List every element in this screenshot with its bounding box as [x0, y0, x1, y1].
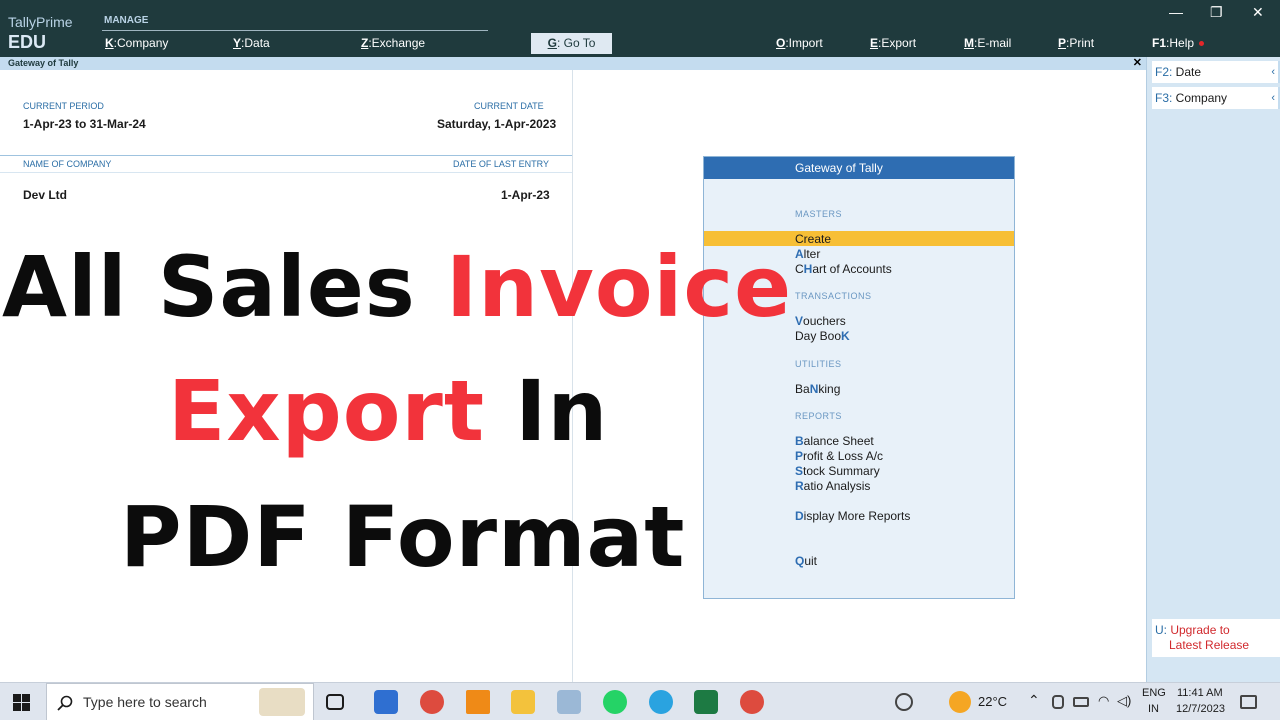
search-icon [57, 695, 73, 711]
weather-icon[interactable] [949, 691, 971, 713]
people-icon[interactable] [895, 693, 913, 711]
app-name: TallyPrime [8, 14, 73, 30]
chrome-icon[interactable] [740, 690, 764, 714]
close-window-button[interactable]: ✕ [1252, 4, 1264, 21]
menu-help[interactable]: F1:Help [1152, 36, 1205, 50]
menu-profit-loss[interactable]: Profit & Loss A/c [795, 449, 883, 463]
current-date-label: CURRENT DATE [474, 101, 544, 111]
date-button[interactable]: F2: Date ‹ [1152, 61, 1280, 83]
menu-banking[interactable]: BaNking [795, 382, 840, 396]
masters-label: MASTERS [795, 209, 843, 219]
wifi-icon[interactable]: ◠ [1098, 693, 1109, 709]
utilities-label: UTILITIES [795, 359, 842, 369]
menu-company[interactable]: K:Company [105, 36, 168, 50]
volume-icon[interactable]: ◁) [1117, 693, 1131, 709]
menu-ratio-analysis[interactable]: Ratio Analysis [795, 479, 870, 493]
clock-date[interactable]: 12/7/2023 [1176, 703, 1225, 715]
minimize-button[interactable]: — [1169, 4, 1183, 20]
manage-divider [102, 30, 488, 31]
company-name-label: NAME OF COMPANY [23, 159, 112, 169]
menu-email[interactable]: M:E-mail [964, 36, 1011, 50]
overlay-line-1: All Sales Invoice [2, 238, 793, 336]
battery-icon[interactable] [1073, 697, 1089, 707]
screen-title: Gateway of Tally [8, 58, 79, 68]
overlay-line-3: PDF Format [120, 488, 686, 586]
overlay-line-2: Export In [168, 362, 609, 460]
gateway-menu: Gateway of Tally MASTERS Create Alter CH… [703, 156, 1015, 599]
menu-vouchers[interactable]: Vouchers [795, 314, 846, 328]
menu-export[interactable]: E:Export [870, 36, 916, 50]
chevron-up-icon[interactable]: ⌃ [1028, 692, 1040, 709]
brand: TallyPrime EDU [8, 14, 73, 53]
onedrive-icon[interactable] [1052, 695, 1064, 709]
menu-data[interactable]: Y:Data [233, 36, 270, 50]
current-period-label: CURRENT PERIOD [23, 101, 104, 111]
app-icon[interactable] [374, 690, 398, 714]
menu-print[interactable]: P:Print [1058, 36, 1094, 50]
taskbar: Type here to search 22°C ⌃ ◠ ◁) ENG IN 1… [0, 682, 1280, 720]
weather-temperature[interactable]: 22°C [978, 694, 1007, 709]
reports-label: REPORTS [795, 411, 842, 421]
file-explorer-icon[interactable] [511, 690, 535, 714]
divider [0, 172, 572, 173]
button-bar: F2: Date ‹ F3: Company ‹ U: Upgrade to Lat… [1146, 57, 1280, 682]
chevron-left-icon: ‹ [1271, 66, 1275, 78]
menu-exchange[interactable]: Z:Exchange [361, 36, 425, 50]
chevron-left-icon: ‹ [1271, 92, 1275, 104]
company-button[interactable]: F3: Company ‹ [1152, 87, 1280, 109]
menu-stock-summary[interactable]: Stock Summary [795, 464, 880, 478]
screen-title-bar: Gateway of Tally ✕ [0, 57, 1146, 70]
last-entry-date: 1-Apr-23 [501, 188, 550, 202]
menu-create[interactable]: Create [795, 232, 831, 246]
clock-time[interactable]: 11:41 AM [1177, 687, 1223, 699]
goto-button[interactable]: G: Go To [531, 33, 612, 54]
language-code[interactable]: ENG [1142, 687, 1166, 699]
windows-start-icon[interactable] [13, 694, 30, 711]
excel-icon[interactable] [694, 690, 718, 714]
company-name[interactable]: Dev Ltd [23, 188, 67, 202]
taskbar-search-input[interactable]: Type here to search [46, 683, 314, 720]
app-edition: EDU [8, 32, 47, 52]
gateway-menu-title: Gateway of Tally [704, 157, 1014, 179]
menu-chart-of-accounts[interactable]: CHart of Accounts [795, 262, 892, 276]
upgrade-button[interactable]: U: Upgrade to Latest Release [1152, 619, 1280, 657]
display-icon[interactable] [557, 690, 581, 714]
whatsapp-icon[interactable] [603, 690, 627, 714]
chrome-icon[interactable] [420, 690, 444, 714]
current-date-value: Saturday, 1-Apr-2023 [437, 117, 557, 131]
divider [0, 155, 572, 156]
notifications-icon[interactable] [1240, 695, 1257, 709]
search-highlight-icon [259, 688, 305, 716]
menu-balance-sheet[interactable]: Balance Sheet [795, 434, 874, 448]
last-entry-label: DATE OF LAST ENTRY [453, 159, 550, 169]
menu-import[interactable]: O:Import [776, 36, 823, 50]
restore-button[interactable]: ❐ [1210, 4, 1223, 21]
task-view-icon[interactable] [326, 694, 344, 710]
close-screen-button[interactable]: ✕ [1133, 57, 1142, 70]
top-bar: TallyPrime EDU MANAGE K:Company Y:Data Z… [0, 0, 1280, 57]
manage-label: MANAGE [104, 15, 149, 26]
notification-dot-icon [1199, 41, 1205, 47]
telegram-icon[interactable] [649, 690, 673, 714]
vlc-icon[interactable] [466, 690, 490, 714]
menu-quit[interactable]: Quit [795, 554, 817, 568]
current-period-value: 1-Apr-23 to 31-Mar-24 [23, 117, 146, 131]
menu-display-more-reports[interactable]: Display More Reports [795, 509, 910, 523]
language-region[interactable]: IN [1148, 703, 1159, 715]
transactions-label: TRANSACTIONS [795, 291, 872, 301]
menu-alter[interactable]: Alter [795, 247, 820, 261]
screen: TallyPrime EDU MANAGE K:Company Y:Data Z… [0, 0, 1280, 720]
menu-day-book[interactable]: Day BooK [795, 329, 850, 343]
